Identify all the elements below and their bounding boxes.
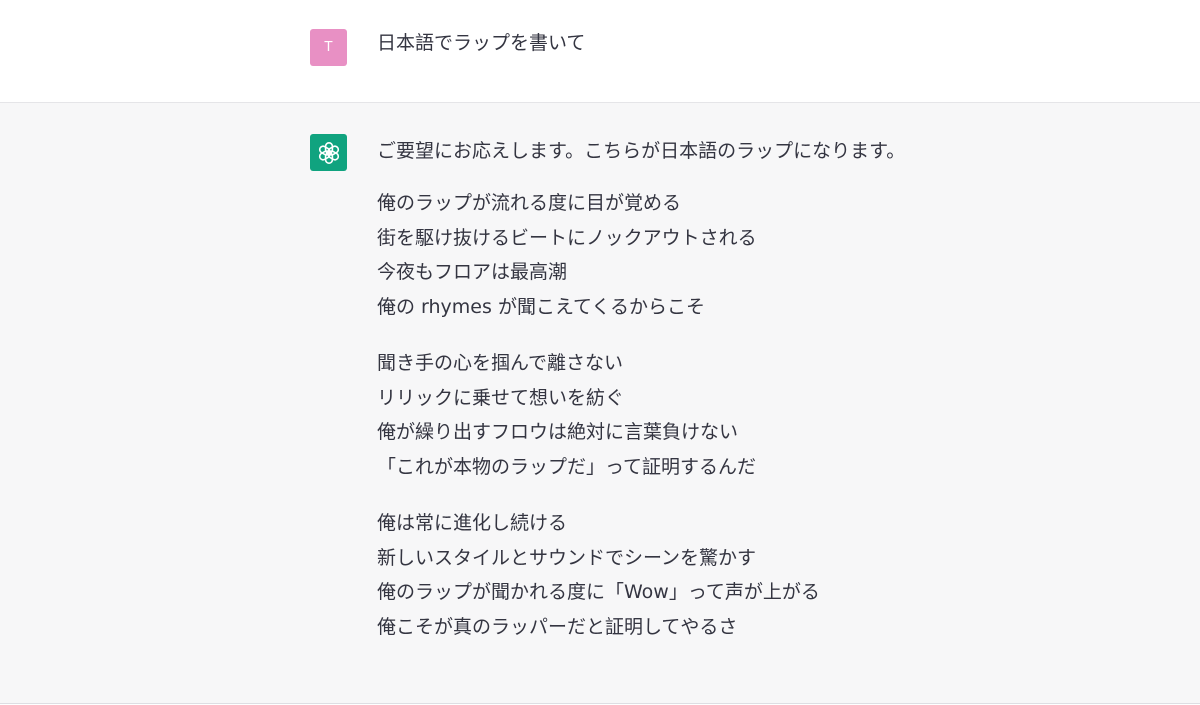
user-message-text: 日本語でラップを書いて bbox=[377, 32, 586, 54]
rap-line: 聞き手の心を掴んで離さない bbox=[377, 352, 624, 374]
rap-line: 俺は常に進化し続ける bbox=[377, 512, 568, 534]
assistant-message-content: ご要望にお応えします。こちらが日本語のラップになります。 俺のラップが流れる度に… bbox=[377, 139, 1077, 666]
rap-line: 俺のラップが流れる度に目が覚める bbox=[377, 192, 682, 214]
rap-line: 新しいスタイルとサウンドでシーンを驚かす bbox=[377, 546, 757, 569]
rap-line: リリックに乗せて想いを紡ぐ bbox=[377, 386, 625, 409]
rap-line: 俺が繰り出すフロウは絶対に言葉負けない bbox=[377, 421, 739, 443]
rap-stanza: 俺は常に進化し続ける 新しいスタイルとサウンドでシーンを驚かす 俺のラップが聞か… bbox=[377, 506, 1077, 644]
rap-line: 俺の rhymes が聞こえてくるからこそ bbox=[377, 295, 706, 318]
rap-line: 「これが本物のラップだ」って証明するんだ bbox=[377, 455, 757, 478]
openai-logo-icon bbox=[318, 141, 339, 164]
rap-line: 街を駆け抜けるビートにノックアウトされる bbox=[377, 226, 757, 249]
rap-line: 今夜もフロアは最高潮 bbox=[377, 261, 568, 283]
assistant-message-row: ご要望にお応えします。こちらが日本語のラップになります。 俺のラップが流れる度に… bbox=[0, 103, 1200, 704]
user-avatar: T bbox=[310, 29, 347, 66]
rap-line: 俺こそが真のラッパーだと証明してやるさ bbox=[377, 615, 738, 638]
assistant-avatar bbox=[310, 134, 347, 171]
rap-line: 俺のラップが聞かれる度に「Wow」って声が上がる bbox=[377, 581, 820, 603]
rap-stanza: 聞き手の心を掴んで離さない リリックに乗せて想いを紡ぐ 俺が繰り出すフロウは絶対… bbox=[377, 346, 1077, 484]
assistant-intro-text: ご要望にお応えします。こちらが日本語のラップになります。 bbox=[377, 140, 906, 162]
user-avatar-letter: T bbox=[324, 40, 333, 55]
rap-stanza: 俺のラップが流れる度に目が覚める 街を駆け抜けるビートにノックアウトされる 今夜… bbox=[377, 186, 1077, 324]
user-message-row: T 日本語でラップを書いて bbox=[0, 0, 1200, 103]
